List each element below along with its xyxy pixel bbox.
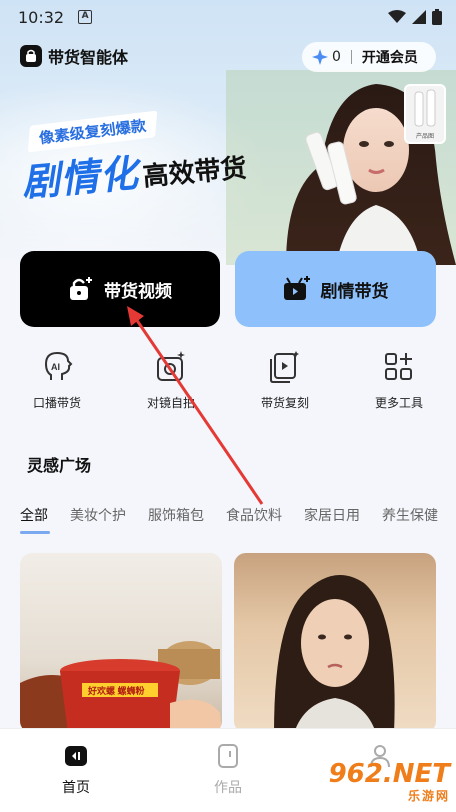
sparkle-icon (312, 49, 328, 65)
inspiration-card[interactable] (234, 553, 436, 733)
app-header: 带货智能体 (20, 44, 128, 68)
watermark-site-name: 乐游网 (407, 789, 450, 803)
tool-mirror-selfie[interactable]: 对镜自拍 (114, 350, 228, 411)
signal-icon (412, 10, 426, 24)
product-thumbnail-label: 产品图 (415, 133, 434, 140)
nav-works[interactable]: 作品 (152, 729, 304, 812)
video-copy-icon (270, 351, 299, 383)
status-bar: 10:32 A (0, 0, 456, 34)
app-title: 带货智能体 (48, 48, 129, 67)
noodle-product-image: 好欢螺 螺蛳粉 (20, 641, 222, 733)
inspiration-title: 灵感广场 (27, 456, 92, 475)
tab-health[interactable]: 养生保健 (382, 505, 438, 525)
watermark-logo-text: 962.NET (328, 759, 450, 789)
battery-icon (432, 9, 442, 25)
tool-more[interactable]: 更多工具 (342, 350, 456, 411)
tool-sales-copy[interactable]: 带货复刻 (228, 350, 342, 411)
drama-sales-label: 剧情带货 (320, 281, 389, 302)
camera-sparkle-icon (157, 351, 185, 381)
grid-plus-icon (385, 353, 412, 380)
woman-portrait-image (274, 575, 395, 733)
ai-head-icon: AI (44, 351, 73, 380)
headline-small: 高效带货 (141, 153, 248, 193)
product-video-label: 带货视频 (104, 281, 172, 302)
open-vip-label: 开通会员 (361, 50, 418, 66)
tool-label: 对镜自拍 (146, 396, 195, 410)
status-a-badge: A (78, 10, 93, 24)
inspiration-card[interactable]: 好欢螺 螺蛳粉 (20, 553, 222, 733)
status-time: 10:32 (18, 7, 65, 27)
tab-apparel[interactable]: 服饰箱包 (148, 505, 204, 525)
card-product-label: 好欢螺 螺蛳粉 (87, 685, 145, 696)
tab-home[interactable]: 家居日用 (304, 505, 360, 525)
tool-label: 更多工具 (374, 396, 423, 410)
app-logo-icon (20, 45, 42, 67)
product-video-button[interactable]: 带货视频 (20, 251, 220, 327)
home-icon (65, 746, 87, 766)
divider (350, 50, 352, 64)
category-tabs: 全部 美妆个护 服饰箱包 食品饮料 家居日用 养生保健 (20, 505, 456, 534)
product-thumbnail: 产品图 (404, 84, 446, 144)
tab-all[interactable]: 全部 (20, 505, 50, 534)
tv-plus-icon (283, 276, 310, 300)
wifi-icon (388, 10, 406, 23)
nav-home[interactable]: 首页 (0, 729, 152, 812)
tab-food[interactable]: 食品饮料 (226, 505, 282, 525)
drama-sales-button[interactable]: 剧情带货 (235, 251, 436, 327)
credit-count: 0 (332, 49, 341, 65)
works-icon (218, 744, 238, 768)
tool-voiceover-sales[interactable]: AI 口播带货 (0, 350, 114, 411)
tools-row: AI 口播带货 对镜自拍 带货复刻 更多工具 (0, 350, 456, 411)
nav-works-label: 作品 (214, 780, 242, 796)
vip-membership-button[interactable]: 0 开通会员 (302, 42, 436, 72)
site-watermark: 962.NET 乐游网 (329, 761, 450, 804)
tool-label: 带货复刻 (260, 396, 309, 410)
headline-big: 剧情化 (19, 150, 141, 206)
lock-plus-icon (70, 277, 92, 300)
tab-beauty[interactable]: 美妆个护 (70, 505, 126, 525)
nav-home-label: 首页 (62, 780, 90, 796)
product-bottles-image (414, 89, 436, 127)
tool-label: 口播带货 (32, 396, 81, 410)
svg-text:AI: AI (51, 362, 60, 372)
